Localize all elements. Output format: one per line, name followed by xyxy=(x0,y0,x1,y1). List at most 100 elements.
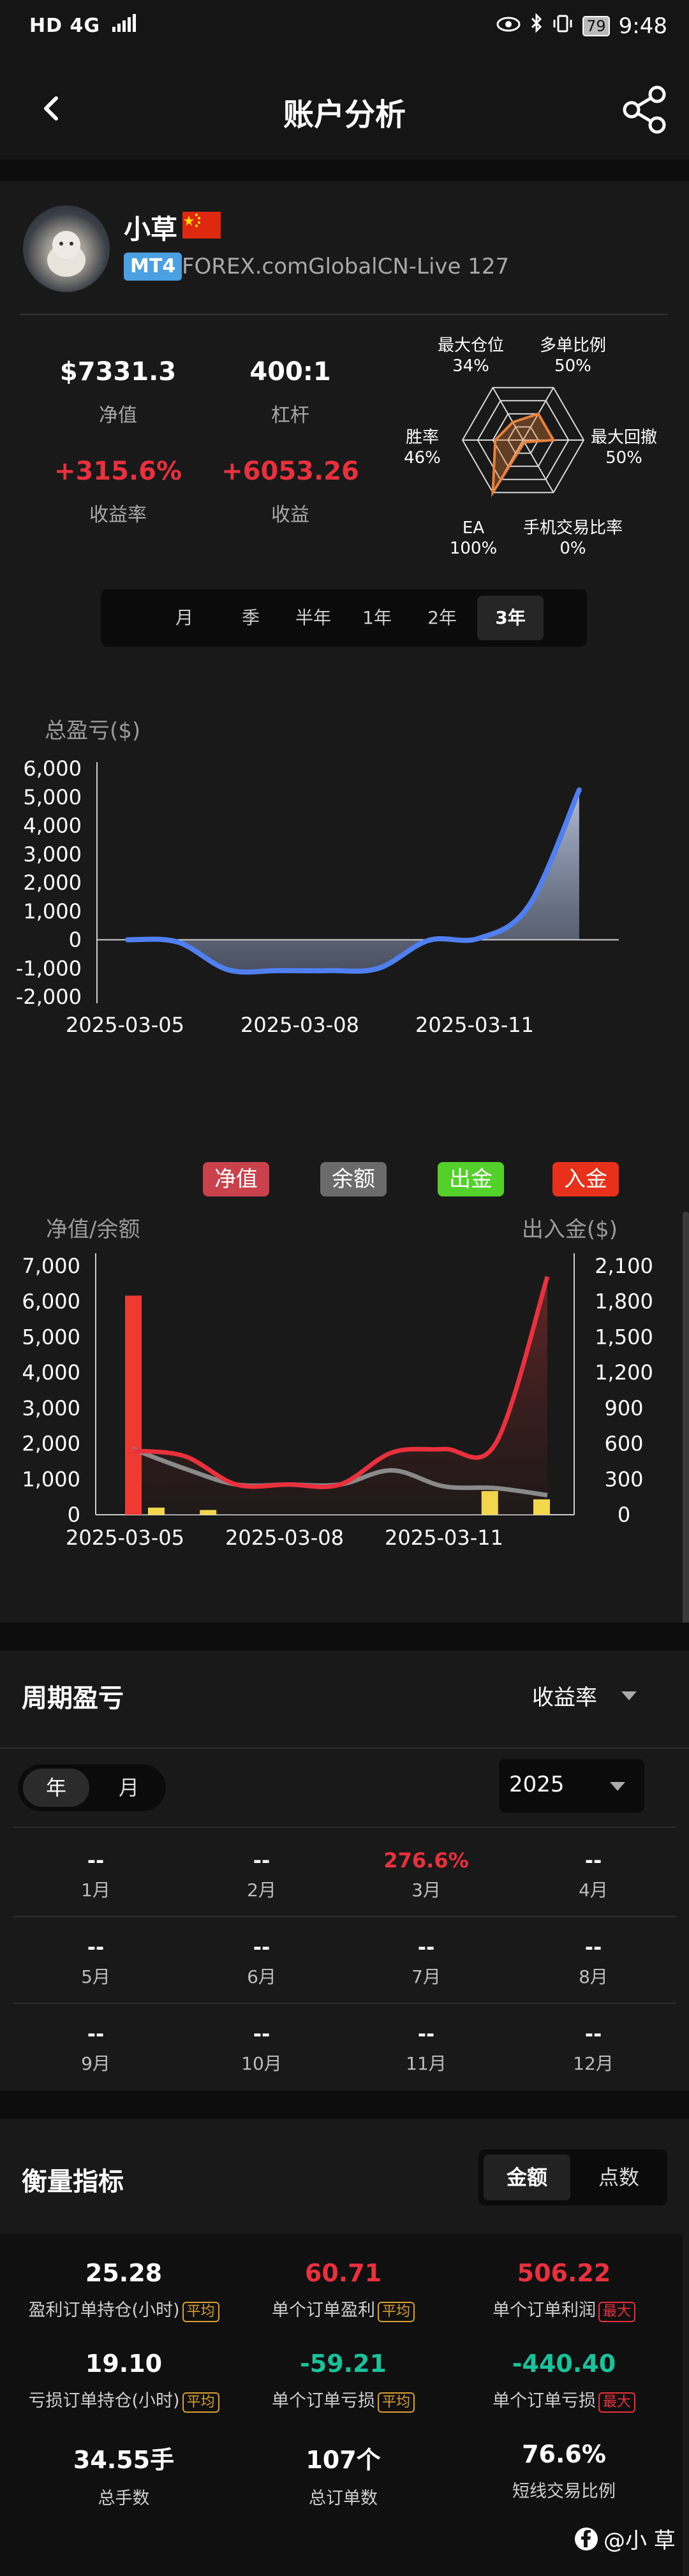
china-flag-icon xyxy=(182,212,221,239)
left-tick-label: 3,000 xyxy=(22,1396,80,1420)
month-cell[interactable]: -- 4月 xyxy=(530,1848,657,1902)
stat-return-rate: +315.6% 收益率 xyxy=(45,457,191,527)
y-tick-label: 5,000 xyxy=(23,785,82,809)
deposit-bar xyxy=(125,1295,142,1515)
withdrawal-bar xyxy=(533,1499,550,1515)
month-label: 3月 xyxy=(411,1880,441,1901)
radar-value-max-drawdown: 50% xyxy=(605,448,642,467)
metric-label: 总订单数 xyxy=(309,2489,378,2508)
month-label: 4月 xyxy=(579,1880,608,1901)
status-bar: HD 4G 79 9:48 xyxy=(0,0,689,57)
metric-label: 单个订单亏损 xyxy=(492,2391,596,2411)
month-cell[interactable]: -- 10月 xyxy=(198,2022,325,2075)
network-indicator: HD 4G xyxy=(29,14,137,37)
x-tick-label: 2025-03-08 xyxy=(241,1013,359,1037)
month-cell[interactable]: -- 12月 xyxy=(530,2022,657,2075)
radar-value-long-ratio: 50% xyxy=(554,357,591,376)
profile-divider xyxy=(19,314,667,315)
month-label: 1月 xyxy=(81,1880,110,1901)
metric-value: 25.28 xyxy=(85,2259,163,2287)
metric-label: 单个订单亏损 xyxy=(271,2391,375,2411)
equity-axis-title: 净值/余额 xyxy=(46,1217,140,1242)
tab-half-year[interactable]: 半年 xyxy=(285,596,342,640)
month-value: -- xyxy=(87,1935,105,1959)
legend-deposit[interactable]: 入金 xyxy=(552,1162,619,1196)
toggle-month[interactable]: 月 xyxy=(96,1769,162,1807)
month-value: 276.6% xyxy=(383,1848,469,1873)
metric-value: 107个 xyxy=(306,2446,381,2474)
metric-value: 76.6% xyxy=(522,2440,606,2468)
left-tick-label: 5,000 xyxy=(22,1325,80,1349)
share-icon xyxy=(623,85,666,134)
right-tick-label: 2,100 xyxy=(595,1254,653,1278)
metric-item: 25.28 盈利订单持仓(小时) 平均 xyxy=(28,2259,219,2322)
stat-label: 收益率 xyxy=(89,504,147,526)
stat-label: 净值 xyxy=(99,404,137,427)
legend-equity[interactable]: 净值 xyxy=(203,1162,269,1196)
metric-badge: 平均 xyxy=(182,2302,219,2322)
legend-balance[interactable]: 余额 xyxy=(320,1162,387,1196)
section-divider xyxy=(0,1623,689,1651)
tab-3-year[interactable]: 3年 xyxy=(477,596,544,640)
tab-2-year[interactable]: 2年 xyxy=(420,596,464,640)
tab-quarter[interactable]: 季 xyxy=(228,596,273,640)
y-tick-label: 0 xyxy=(69,928,82,952)
legend-withdrawal[interactable]: 出金 xyxy=(438,1162,504,1196)
month-cell[interactable]: -- 5月 xyxy=(32,1935,159,1989)
year-select-value: 2025 xyxy=(509,1772,565,1797)
watermark-text: @小 草 xyxy=(604,2528,676,2554)
withdrawal-bar xyxy=(481,1490,498,1515)
vibrate-icon xyxy=(552,13,574,39)
metric-badge: 最大 xyxy=(598,2302,635,2322)
signal-icon xyxy=(111,14,137,37)
month-cell[interactable]: -- 6月 xyxy=(198,1935,325,1989)
month-value: -- xyxy=(584,1935,602,1959)
period-pnl-title: 周期盈亏 xyxy=(22,1684,124,1713)
month-cell[interactable]: -- 2月 xyxy=(198,1848,325,1902)
metric-value: -59.21 xyxy=(300,2350,387,2378)
stat-label: 杠杆 xyxy=(271,404,309,427)
month-cell[interactable]: -- 1月 xyxy=(32,1848,159,1902)
month-cell[interactable]: -- 9月 xyxy=(32,2022,159,2075)
metric-value: 34.55手 xyxy=(73,2446,175,2474)
month-cell[interactable]: 276.6% 3月 xyxy=(362,1848,490,1902)
caret-down-icon xyxy=(610,1782,625,1791)
avatar[interactable] xyxy=(23,205,110,292)
month-cell[interactable]: -- 7月 xyxy=(362,1935,490,1989)
radar-value-ea: 100% xyxy=(450,539,497,558)
watermark: @小 草 xyxy=(574,2523,676,2554)
year-month-toggle: 年 月 xyxy=(18,1764,166,1811)
withdrawal-bar xyxy=(200,1510,217,1515)
x-tick-label: 2025-03-11 xyxy=(385,1526,503,1550)
equity-line xyxy=(132,1276,550,1489)
stat-label: 收益 xyxy=(271,504,309,526)
tab-month[interactable]: 月 xyxy=(162,596,207,640)
tab-amount[interactable]: 金额 xyxy=(484,2154,570,2200)
y-tick-label: -1,000 xyxy=(16,956,82,980)
metric-value: -440.40 xyxy=(512,2350,616,2378)
y-tick-label: 6,000 xyxy=(23,756,82,781)
month-label: 9月 xyxy=(81,2053,110,2074)
stat-profit: +6053.26 收益 xyxy=(217,457,364,527)
radar-label-max-drawdown: 最大回撤 xyxy=(591,428,657,447)
month-cell[interactable]: -- 8月 xyxy=(530,1935,657,1989)
metrics-title: 衡量指标 xyxy=(22,2167,124,2197)
year-select[interactable]: 2025 xyxy=(499,1759,644,1813)
radar-value-mobile-ratio: 0% xyxy=(559,539,586,558)
month-label: 10月 xyxy=(241,2053,282,2074)
month-cell[interactable]: -- 11月 xyxy=(362,2022,490,2075)
metric-badge: 平均 xyxy=(377,2392,415,2413)
x-tick-label: 2025-03-11 xyxy=(415,1013,534,1037)
toggle-year[interactable]: 年 xyxy=(23,1769,89,1807)
metric-select[interactable]: 收益率 xyxy=(532,1680,638,1711)
tab-points[interactable]: 点数 xyxy=(575,2154,662,2200)
radar-value-win-rate: 46% xyxy=(404,448,441,467)
metric-label: 总手数 xyxy=(98,2489,150,2508)
clock: 9:48 xyxy=(618,13,667,39)
tab-1-year[interactable]: 1年 xyxy=(355,596,399,640)
right-tick-label: 600 xyxy=(604,1432,643,1456)
metric-value: 60.71 xyxy=(304,2259,382,2287)
x-tick-label: 2025-03-05 xyxy=(66,1013,184,1037)
metric-item: 76.6% 短线交易比例 xyxy=(468,2440,660,2502)
share-button[interactable] xyxy=(620,84,671,135)
